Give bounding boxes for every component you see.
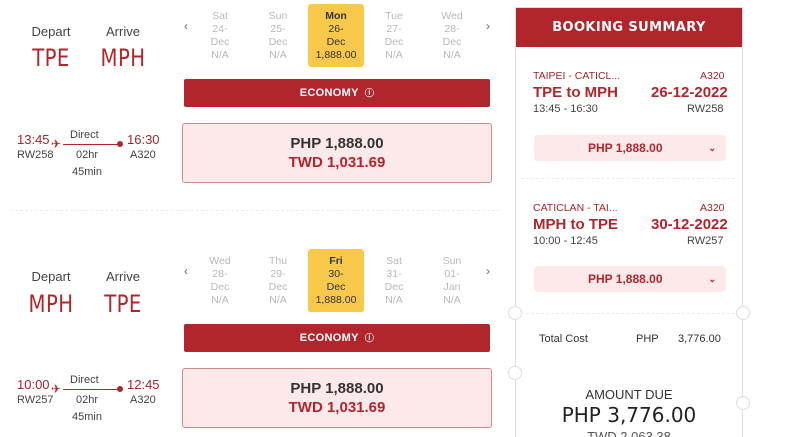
total-cost-value: 3,776.00 — [678, 333, 721, 345]
fare-twd: TWD 1,031.69 — [288, 399, 386, 416]
amount-due-twd: TWD 2,063.38 — [587, 429, 671, 437]
aircraft: A320 — [130, 394, 156, 406]
date-day: Sat — [386, 255, 402, 267]
date-price: 1,888.00 — [315, 294, 357, 306]
summary-leg-od: MPH to TPE — [533, 216, 618, 233]
ticket-notch — [508, 366, 522, 380]
inbound-section: Depart Arrive MPH TPE 10:00 12:45 RW257 … — [0, 0, 500, 437]
info-icon: ⓘ — [364, 333, 375, 343]
date-month: Dec — [210, 281, 230, 293]
chevron-down-icon: ⌄ — [708, 274, 716, 284]
flight-number: RW257 — [17, 394, 54, 406]
date-month: Dec — [384, 281, 404, 293]
date-cell[interactable]: Thu 29- Dec N/A — [250, 249, 306, 307]
chevron-down-icon: ⌄ — [708, 143, 716, 153]
plane-icon: ✈ — [51, 382, 62, 396]
stop-type: Direct — [70, 374, 99, 386]
total-cost-currency: PHP — [636, 333, 659, 345]
summary-leg-aircraft: A320 — [700, 70, 725, 82]
cabin-class-bar[interactable]: ECONOMY ⓘ — [184, 324, 490, 352]
prev-date-button[interactable]: ‹ — [184, 264, 188, 278]
amount-due-label: AMOUNT DUE — [585, 387, 673, 402]
date-price: N/A — [211, 294, 229, 306]
duration-minutes: 45min — [72, 411, 102, 423]
summary-divider — [521, 313, 735, 314]
date-num: 31- — [386, 268, 402, 280]
ticket-notch — [508, 306, 522, 320]
summary-leg-price-dropdown[interactable]: PHP 1,888.00 ⌄ — [534, 266, 726, 292]
summary-leg-price: PHP 1,888.00 — [588, 272, 663, 286]
date-num: 28- — [212, 268, 228, 280]
page: Depart Arrive TPE MPH 13:45 16:30 RW258 … — [0, 0, 799, 437]
arrive-code: TPE — [104, 290, 142, 318]
summary-leg-flight: RW257 — [687, 235, 724, 247]
summary-leg-od: TPE to MPH — [533, 84, 618, 101]
depart-code: MPH — [28, 290, 74, 318]
summary-leg-date: 26-12-2022 — [651, 84, 728, 101]
summary-leg-price: PHP 1,888.00 — [588, 141, 663, 155]
date-num: 30- — [328, 268, 344, 280]
date-month: Dec — [326, 281, 346, 293]
date-cell-selected[interactable]: Fri 30- Dec 1,888.00 — [308, 249, 364, 312]
date-num: 29- — [270, 268, 286, 280]
date-num: 01- — [444, 268, 460, 280]
date-day: Sun — [442, 255, 462, 267]
summary-leg-times: 13:45 - 16:30 — [533, 103, 598, 115]
summary-leg-route: TAIPEI - CATICL... — [533, 70, 621, 82]
duration-hours: 02hr — [76, 394, 99, 406]
fare-php: PHP 1,888.00 — [290, 380, 384, 397]
date-price: N/A — [443, 294, 461, 306]
depart-time: 10:00 — [17, 377, 50, 392]
date-month: Jan — [443, 281, 461, 293]
summary-leg-price-dropdown[interactable]: PHP 1,888.00 ⌄ — [534, 135, 726, 161]
amount-due-value: PHP 3,776.00 — [561, 403, 697, 427]
total-cost-label: Total Cost — [539, 333, 588, 345]
next-date-button[interactable]: › — [486, 264, 490, 278]
date-day: Fri — [329, 255, 343, 267]
ticket-notch — [736, 306, 750, 320]
arrive-dot — [117, 386, 123, 392]
summary-leg-flight: RW258 — [687, 103, 724, 115]
depart-label: Depart — [31, 269, 71, 284]
date-price: N/A — [385, 294, 403, 306]
cabin-label: ECONOMY — [299, 332, 359, 344]
date-day: Thu — [268, 255, 288, 267]
flight-line — [63, 389, 119, 390]
summary-leg-aircraft: A320 — [700, 202, 725, 214]
summary-leg-date: 30-12-2022 — [651, 216, 728, 233]
date-month: Dec — [268, 281, 288, 293]
summary-leg-route: CATICLAN - TAI... — [533, 202, 618, 214]
summary-leg-times: 10:00 - 12:45 — [533, 235, 598, 247]
fare-option[interactable]: PHP 1,888.00 TWD 1,031.69 — [182, 368, 492, 428]
date-cell[interactable]: Sun 01- Jan N/A — [424, 249, 480, 307]
summary-divider — [521, 178, 735, 179]
arrive-label: Arrive — [106, 269, 140, 284]
date-price: N/A — [269, 294, 287, 306]
date-cell[interactable]: Wed 28- Dec N/A — [192, 249, 248, 307]
date-day: Wed — [209, 255, 231, 267]
booking-summary-header: BOOKING SUMMARY — [516, 8, 742, 47]
date-cell[interactable]: Sat 31- Dec N/A — [366, 249, 422, 307]
arrive-time: 12:45 — [127, 377, 160, 392]
